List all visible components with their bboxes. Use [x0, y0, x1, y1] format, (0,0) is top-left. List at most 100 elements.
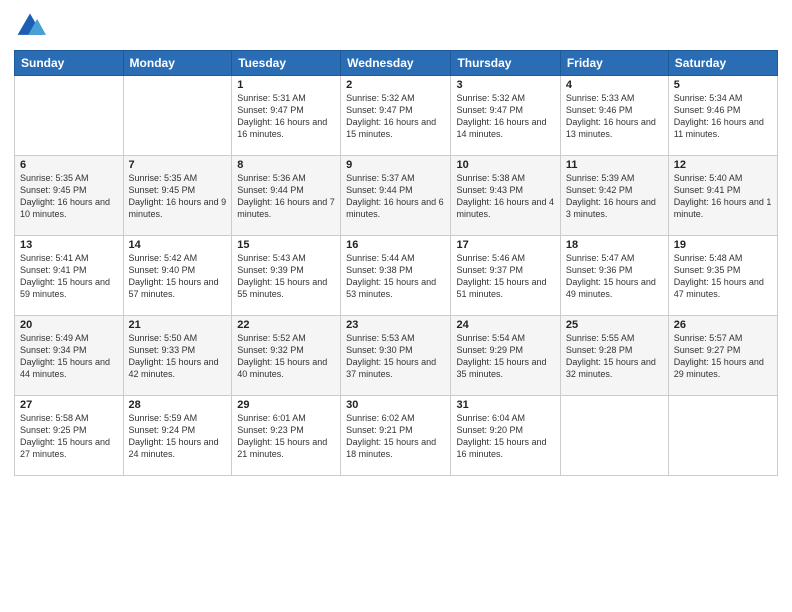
day-number: 1 [237, 79, 335, 91]
day-info: Sunrise: 5:48 AM Sunset: 9:35 PM Dayligh… [674, 252, 772, 301]
day-number: 30 [346, 399, 445, 411]
day-info: Sunrise: 5:50 AM Sunset: 9:33 PM Dayligh… [129, 332, 227, 381]
calendar-cell: 3Sunrise: 5:32 AM Sunset: 9:47 PM Daylig… [451, 76, 560, 156]
day-number: 7 [129, 159, 227, 171]
calendar-cell: 22Sunrise: 5:52 AM Sunset: 9:32 PM Dayli… [232, 316, 341, 396]
calendar-cell: 28Sunrise: 5:59 AM Sunset: 9:24 PM Dayli… [123, 396, 232, 476]
calendar-cell: 8Sunrise: 5:36 AM Sunset: 9:44 PM Daylig… [232, 156, 341, 236]
day-number: 25 [566, 319, 663, 331]
calendar-cell: 20Sunrise: 5:49 AM Sunset: 9:34 PM Dayli… [15, 316, 124, 396]
calendar-cell: 29Sunrise: 6:01 AM Sunset: 9:23 PM Dayli… [232, 396, 341, 476]
week-row-4: 20Sunrise: 5:49 AM Sunset: 9:34 PM Dayli… [15, 316, 778, 396]
week-row-3: 13Sunrise: 5:41 AM Sunset: 9:41 PM Dayli… [15, 236, 778, 316]
day-info: Sunrise: 5:54 AM Sunset: 9:29 PM Dayligh… [456, 332, 554, 381]
day-info: Sunrise: 5:35 AM Sunset: 9:45 PM Dayligh… [129, 172, 227, 221]
week-row-5: 27Sunrise: 5:58 AM Sunset: 9:25 PM Dayli… [15, 396, 778, 476]
day-number: 24 [456, 319, 554, 331]
calendar-cell: 25Sunrise: 5:55 AM Sunset: 9:28 PM Dayli… [560, 316, 668, 396]
calendar-cell: 5Sunrise: 5:34 AM Sunset: 9:46 PM Daylig… [668, 76, 777, 156]
calendar-cell [668, 396, 777, 476]
day-number: 22 [237, 319, 335, 331]
calendar-cell: 12Sunrise: 5:40 AM Sunset: 9:41 PM Dayli… [668, 156, 777, 236]
weekday-saturday: Saturday [668, 51, 777, 76]
day-info: Sunrise: 5:44 AM Sunset: 9:38 PM Dayligh… [346, 252, 445, 301]
day-info: Sunrise: 5:40 AM Sunset: 9:41 PM Dayligh… [674, 172, 772, 221]
calendar-cell: 9Sunrise: 5:37 AM Sunset: 9:44 PM Daylig… [341, 156, 451, 236]
logo [14, 10, 50, 42]
day-number: 15 [237, 239, 335, 251]
day-info: Sunrise: 5:32 AM Sunset: 9:47 PM Dayligh… [456, 92, 554, 141]
day-number: 12 [674, 159, 772, 171]
day-info: Sunrise: 5:34 AM Sunset: 9:46 PM Dayligh… [674, 92, 772, 141]
day-info: Sunrise: 5:42 AM Sunset: 9:40 PM Dayligh… [129, 252, 227, 301]
calendar-cell [123, 76, 232, 156]
day-number: 19 [674, 239, 772, 251]
calendar-cell: 1Sunrise: 5:31 AM Sunset: 9:47 PM Daylig… [232, 76, 341, 156]
calendar-cell: 11Sunrise: 5:39 AM Sunset: 9:42 PM Dayli… [560, 156, 668, 236]
day-number: 31 [456, 399, 554, 411]
weekday-wednesday: Wednesday [341, 51, 451, 76]
calendar-cell: 23Sunrise: 5:53 AM Sunset: 9:30 PM Dayli… [341, 316, 451, 396]
day-number: 17 [456, 239, 554, 251]
day-number: 3 [456, 79, 554, 91]
day-number: 6 [20, 159, 118, 171]
calendar-cell: 21Sunrise: 5:50 AM Sunset: 9:33 PM Dayli… [123, 316, 232, 396]
day-info: Sunrise: 5:41 AM Sunset: 9:41 PM Dayligh… [20, 252, 118, 301]
calendar-cell: 27Sunrise: 5:58 AM Sunset: 9:25 PM Dayli… [15, 396, 124, 476]
day-number: 2 [346, 79, 445, 91]
calendar-cell: 18Sunrise: 5:47 AM Sunset: 9:36 PM Dayli… [560, 236, 668, 316]
calendar-cell: 17Sunrise: 5:46 AM Sunset: 9:37 PM Dayli… [451, 236, 560, 316]
weekday-monday: Monday [123, 51, 232, 76]
calendar-cell: 7Sunrise: 5:35 AM Sunset: 9:45 PM Daylig… [123, 156, 232, 236]
day-info: Sunrise: 5:36 AM Sunset: 9:44 PM Dayligh… [237, 172, 335, 221]
day-number: 5 [674, 79, 772, 91]
day-info: Sunrise: 6:02 AM Sunset: 9:21 PM Dayligh… [346, 412, 445, 461]
week-row-1: 1Sunrise: 5:31 AM Sunset: 9:47 PM Daylig… [15, 76, 778, 156]
day-number: 23 [346, 319, 445, 331]
day-number: 13 [20, 239, 118, 251]
day-number: 26 [674, 319, 772, 331]
day-info: Sunrise: 5:38 AM Sunset: 9:43 PM Dayligh… [456, 172, 554, 221]
weekday-tuesday: Tuesday [232, 51, 341, 76]
day-info: Sunrise: 5:33 AM Sunset: 9:46 PM Dayligh… [566, 92, 663, 141]
weekday-header-row: SundayMondayTuesdayWednesdayThursdayFrid… [15, 51, 778, 76]
calendar-cell: 13Sunrise: 5:41 AM Sunset: 9:41 PM Dayli… [15, 236, 124, 316]
day-info: Sunrise: 5:59 AM Sunset: 9:24 PM Dayligh… [129, 412, 227, 461]
weekday-friday: Friday [560, 51, 668, 76]
weekday-sunday: Sunday [15, 51, 124, 76]
day-number: 27 [20, 399, 118, 411]
day-info: Sunrise: 5:55 AM Sunset: 9:28 PM Dayligh… [566, 332, 663, 381]
day-number: 18 [566, 239, 663, 251]
calendar-cell: 26Sunrise: 5:57 AM Sunset: 9:27 PM Dayli… [668, 316, 777, 396]
day-number: 16 [346, 239, 445, 251]
day-info: Sunrise: 5:31 AM Sunset: 9:47 PM Dayligh… [237, 92, 335, 141]
day-number: 11 [566, 159, 663, 171]
day-info: Sunrise: 6:01 AM Sunset: 9:23 PM Dayligh… [237, 412, 335, 461]
calendar-cell: 2Sunrise: 5:32 AM Sunset: 9:47 PM Daylig… [341, 76, 451, 156]
day-info: Sunrise: 5:57 AM Sunset: 9:27 PM Dayligh… [674, 332, 772, 381]
weekday-thursday: Thursday [451, 51, 560, 76]
day-number: 9 [346, 159, 445, 171]
day-info: Sunrise: 5:49 AM Sunset: 9:34 PM Dayligh… [20, 332, 118, 381]
calendar-cell: 6Sunrise: 5:35 AM Sunset: 9:45 PM Daylig… [15, 156, 124, 236]
calendar-cell: 4Sunrise: 5:33 AM Sunset: 9:46 PM Daylig… [560, 76, 668, 156]
calendar-cell: 16Sunrise: 5:44 AM Sunset: 9:38 PM Dayli… [341, 236, 451, 316]
calendar-cell: 31Sunrise: 6:04 AM Sunset: 9:20 PM Dayli… [451, 396, 560, 476]
day-info: Sunrise: 5:37 AM Sunset: 9:44 PM Dayligh… [346, 172, 445, 221]
day-number: 4 [566, 79, 663, 91]
day-info: Sunrise: 5:35 AM Sunset: 9:45 PM Dayligh… [20, 172, 118, 221]
day-info: Sunrise: 5:47 AM Sunset: 9:36 PM Dayligh… [566, 252, 663, 301]
day-info: Sunrise: 5:58 AM Sunset: 9:25 PM Dayligh… [20, 412, 118, 461]
day-info: Sunrise: 5:53 AM Sunset: 9:30 PM Dayligh… [346, 332, 445, 381]
day-info: Sunrise: 5:52 AM Sunset: 9:32 PM Dayligh… [237, 332, 335, 381]
logo-icon [14, 10, 46, 42]
day-info: Sunrise: 5:43 AM Sunset: 9:39 PM Dayligh… [237, 252, 335, 301]
week-row-2: 6Sunrise: 5:35 AM Sunset: 9:45 PM Daylig… [15, 156, 778, 236]
day-number: 28 [129, 399, 227, 411]
day-info: Sunrise: 6:04 AM Sunset: 9:20 PM Dayligh… [456, 412, 554, 461]
calendar-cell [15, 76, 124, 156]
day-number: 20 [20, 319, 118, 331]
calendar-cell: 14Sunrise: 5:42 AM Sunset: 9:40 PM Dayli… [123, 236, 232, 316]
calendar-cell: 10Sunrise: 5:38 AM Sunset: 9:43 PM Dayli… [451, 156, 560, 236]
calendar-cell: 19Sunrise: 5:48 AM Sunset: 9:35 PM Dayli… [668, 236, 777, 316]
